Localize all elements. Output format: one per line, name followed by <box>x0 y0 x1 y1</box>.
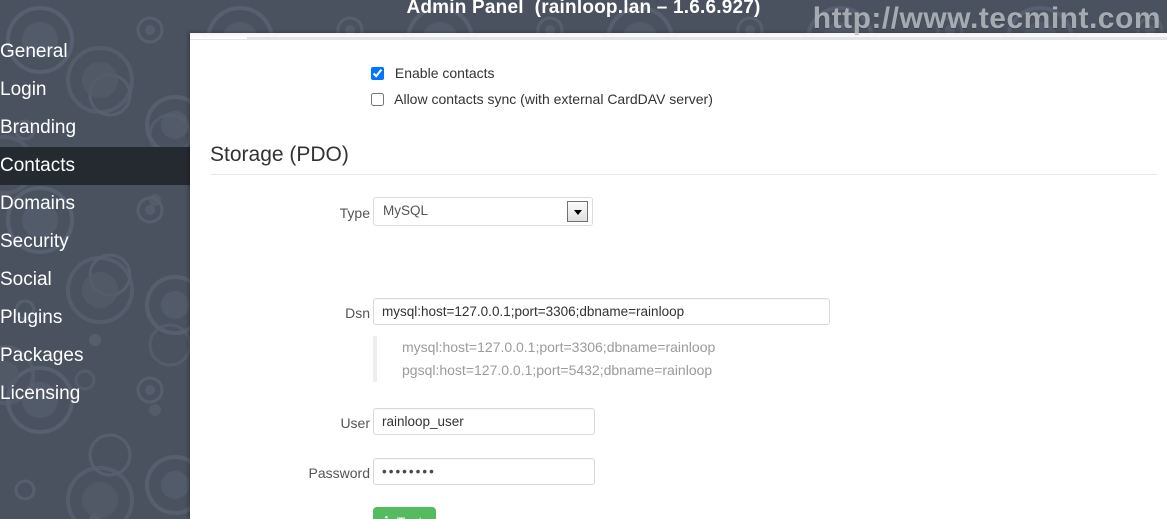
sidebar-item-label: Domains <box>0 193 75 214</box>
storage-type-value: MySQL <box>383 203 429 218</box>
sidebar-item-login[interactable]: Login <box>0 71 190 109</box>
sidebar-item-label: Plugins <box>0 307 63 328</box>
section-divider <box>210 174 1157 175</box>
info-icon: i <box>383 514 388 519</box>
allow-contacts-sync-checkbox[interactable] <box>371 93 384 106</box>
storage-section-heading: Storage (PDO) <box>210 143 349 166</box>
allow-contacts-sync-row[interactable]: Allow contacts sync (with external CardD… <box>371 91 713 107</box>
password-label: Password <box>308 465 370 481</box>
password-input[interactable] <box>373 458 595 485</box>
watermark: http://www.tecmint.com <box>812 2 1161 35</box>
dsn-hint-block: mysql:host=127.0.0.1;port=3306;dbname=ra… <box>373 336 715 382</box>
dsn-hint-line-mysql: mysql:host=127.0.0.1;port=3306;dbname=ra… <box>402 339 716 355</box>
allow-contacts-sync-label: Allow contacts sync (with external CardD… <box>394 91 713 107</box>
dsn-label: Dsn <box>345 305 370 321</box>
sidebar-item-domains[interactable]: Domains <box>0 185 190 223</box>
sidebar-item-plugins[interactable]: Plugins <box>0 299 190 337</box>
settings-content-panel: Enable contacts Allow contacts sync (wit… <box>190 33 1167 519</box>
enable-contacts-row[interactable]: Enable contacts <box>371 65 495 81</box>
test-button-label: Test <box>397 514 423 519</box>
test-connection-button[interactable]: i Test <box>373 507 437 519</box>
sidebar-item-label: Licensing <box>0 383 81 404</box>
user-input[interactable] <box>373 408 595 435</box>
user-label: User <box>340 415 370 431</box>
sidebar-item-security[interactable]: Security <box>0 223 190 261</box>
sidebar-item-social[interactable]: Social <box>0 261 190 299</box>
sidebar-item-general[interactable]: General <box>0 33 190 71</box>
sidebar-item-label: Login <box>0 79 47 100</box>
sidebar: General Login Branding Contacts Domains … <box>0 33 190 519</box>
dsn-input[interactable] <box>373 298 830 325</box>
sidebar-item-packages[interactable]: Packages <box>0 337 190 375</box>
sidebar-item-licensing[interactable]: Licensing <box>0 375 190 413</box>
sidebar-item-branding[interactable]: Branding <box>0 109 190 147</box>
type-label: Type <box>339 205 370 221</box>
sidebar-item-label: General <box>0 41 68 62</box>
enable-contacts-checkbox[interactable] <box>371 67 384 80</box>
enable-contacts-label: Enable contacts <box>394 65 495 81</box>
sidebar-item-label: Security <box>0 231 69 252</box>
sidebar-item-contacts[interactable]: Contacts <box>0 147 190 185</box>
sidebar-item-label: Contacts <box>0 155 75 176</box>
sidebar-item-label: Branding <box>0 117 77 138</box>
sidebar-item-label: Packages <box>0 345 84 366</box>
storage-type-select[interactable]: MySQL <box>373 197 593 226</box>
sidebar-item-label: Social <box>0 269 52 290</box>
chevron-down-icon[interactable] <box>567 201 588 222</box>
dsn-hint-line-pgsql: pgsql:host=127.0.0.1;port=5432;dbname=ra… <box>402 362 713 378</box>
